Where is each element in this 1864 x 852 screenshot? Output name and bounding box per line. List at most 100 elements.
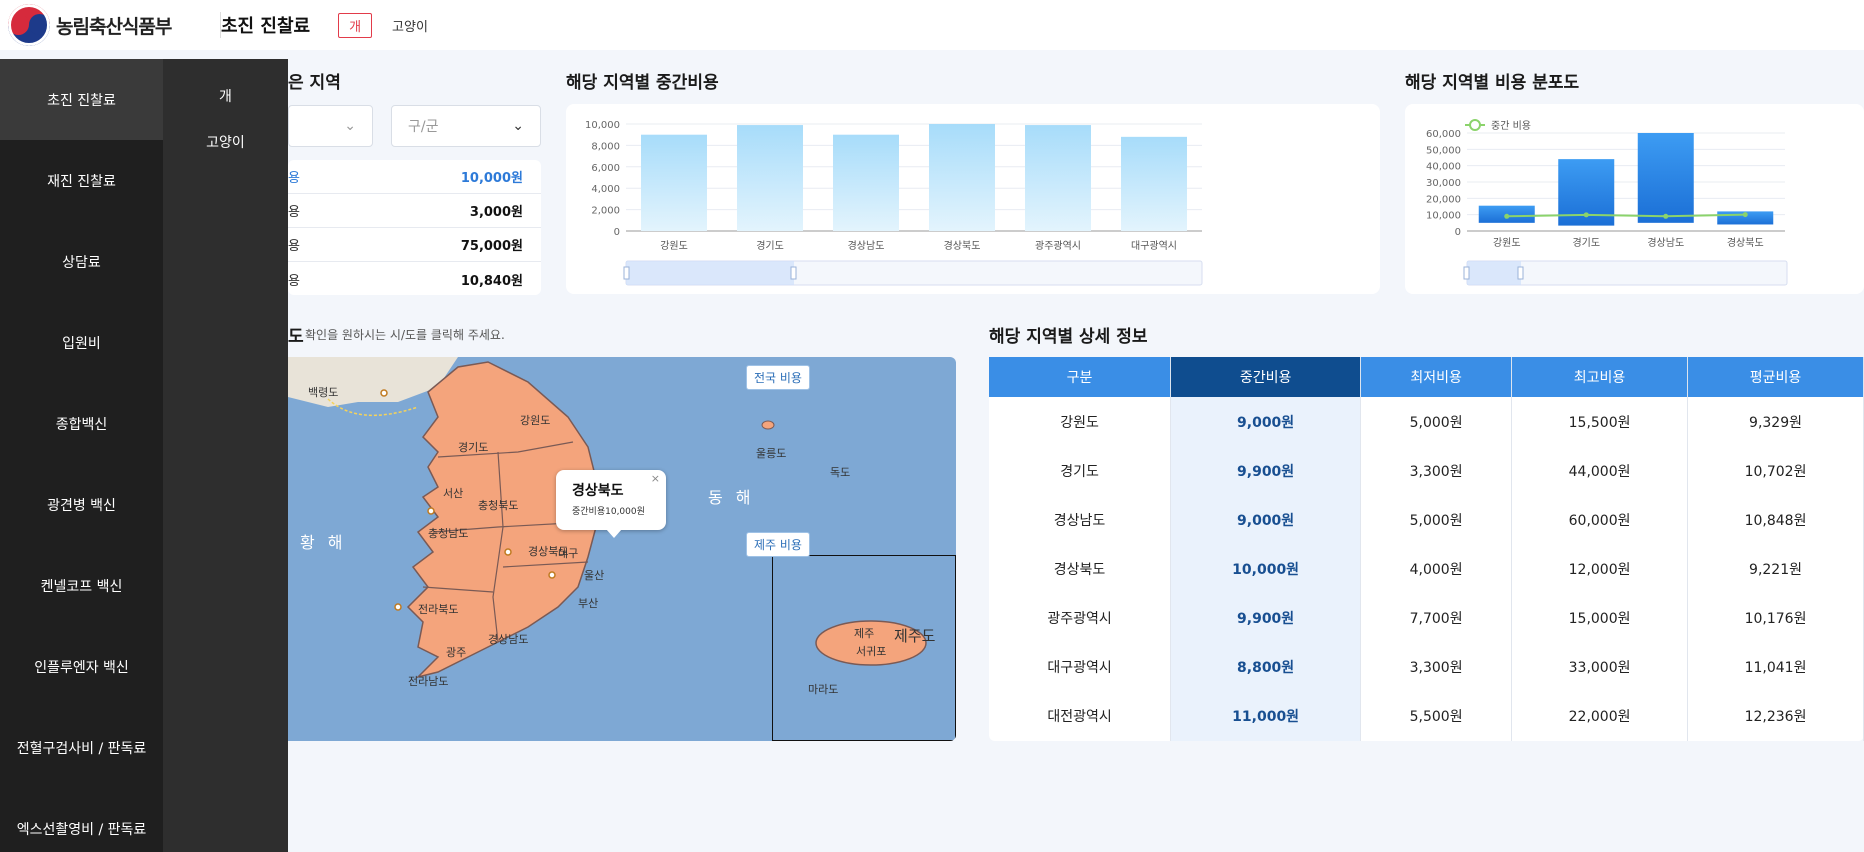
- x-tick-label: 강원도: [1493, 237, 1521, 249]
- list-item: 용 75,000원: [288, 228, 541, 262]
- chevron-down-icon: ⌄: [512, 118, 524, 134]
- province-select[interactable]: ⌄: [288, 105, 373, 147]
- sidebar-item-influenza-vaccine[interactable]: 인플루엔자 백신: [0, 626, 163, 707]
- y-tick-label: 4,000: [591, 184, 620, 195]
- close-icon[interactable]: ×: [651, 472, 660, 485]
- y-tick-label: 10,000: [1426, 211, 1461, 222]
- median-point: [1583, 212, 1589, 218]
- table-cell: 3,300원: [1360, 446, 1513, 496]
- median-cost-bar-chart: 0 2,000 4,000 6,000 8,000 10,000 강원도 경기도 경상남도 경상북…: [585, 120, 1203, 286]
- y-tick-label: 40,000: [1426, 162, 1461, 173]
- table-cell: 강원도: [989, 397, 1172, 447]
- detail-section-title: 해당 지역별 상세 정보: [989, 327, 1148, 347]
- region-popup[interactable]: 경상북도 중간비용10,000원 ×: [556, 470, 666, 538]
- place-label: 전라북도: [418, 603, 459, 616]
- y-tick-label: 2,000: [591, 206, 620, 217]
- table-cell: 10,000원: [1170, 544, 1362, 594]
- bar: [1121, 136, 1187, 231]
- national-cost-button[interactable]: 전국 비용: [746, 365, 810, 390]
- org-name: 농림축산식품부: [56, 15, 172, 38]
- district-select[interactable]: 구/군 ⌄: [391, 105, 541, 147]
- table-cell: 33,000원: [1511, 642, 1689, 692]
- sidebar-item-combo-vaccine[interactable]: 종합백신: [0, 383, 163, 464]
- city-marker: [394, 603, 402, 611]
- table-cell: 경기도: [989, 446, 1172, 496]
- place-label: 제주도: [894, 627, 936, 645]
- median-point: [1504, 213, 1510, 219]
- x-tick-label: 광주광역시: [1035, 240, 1081, 252]
- place-label: 부산: [578, 597, 599, 610]
- popup-title: 경상북도: [572, 483, 624, 499]
- district-placeholder: 구/군: [408, 119, 439, 135]
- column-header[interactable]: 평균비용: [1687, 357, 1864, 397]
- list-item: 용 3,000원: [288, 194, 541, 228]
- sidebar-item-consultation[interactable]: 상담료: [0, 221, 163, 302]
- place-label: 울릉도: [756, 447, 787, 460]
- zoom-handle-right: [790, 266, 797, 280]
- popup-tail: [606, 529, 622, 538]
- jeju-cost-button[interactable]: 제주 비용: [746, 532, 810, 557]
- distribution-chart-title: 해당 지역별 비용 분포도: [1405, 73, 1580, 93]
- place-label: 울산: [584, 569, 605, 582]
- tab-dog[interactable]: 개: [338, 12, 373, 38]
- column-header[interactable]: 최저비용: [1360, 357, 1513, 397]
- sidebar-sub-cat[interactable]: 고양이: [163, 119, 288, 165]
- table-cell: 8,800원: [1170, 642, 1362, 692]
- sidebar-item-hospitalization[interactable]: 입원비: [0, 302, 163, 383]
- place-label: 전라남도: [408, 675, 449, 688]
- sidebar-item-cbc-test[interactable]: 전혈구검사비 / 판독료: [0, 707, 163, 788]
- sidebar-menu: 초진 진찰료 재진 진찰료 상담료 입원비 종합백신 광견병 백신 켄넬코프 백…: [0, 59, 288, 852]
- y-tick-label: 6,000: [591, 163, 620, 174]
- place-label: 제주: [854, 627, 875, 640]
- table-cell: 광주광역시: [989, 593, 1172, 643]
- page-title: 초진 진찰료: [220, 12, 310, 38]
- map-hint: 확인을 원하시는 시/도를 클릭해 주세요.: [305, 328, 505, 342]
- sidebar-item-initial-exam[interactable]: 초진 진찰료: [0, 59, 163, 140]
- median-chart-card: 0 2,000 4,000 6,000 8,000 10,000 강원도 경기도 경상남도 경상북…: [566, 104, 1380, 294]
- zoom-handle-left: [1463, 266, 1470, 280]
- table-cell: 60,000원: [1511, 495, 1689, 545]
- column-header[interactable]: 최고비용: [1511, 357, 1689, 397]
- bar: [833, 134, 899, 231]
- table-cell: 9,000원: [1170, 495, 1362, 545]
- place-label: 경상남도: [488, 633, 529, 646]
- x-tick-label: 대구광역시: [1131, 240, 1177, 252]
- tab-cat[interactable]: 고양이: [392, 16, 428, 35]
- sidebar-item-rabies-vaccine[interactable]: 광견병 백신: [0, 464, 163, 545]
- column-header[interactable]: 중간비용: [1170, 357, 1362, 397]
- sidebar-item-kennel-cough-vaccine[interactable]: 켄넬코프 백신: [0, 545, 163, 626]
- column-header[interactable]: 구분: [989, 357, 1172, 397]
- government-emblem-icon: [8, 4, 50, 46]
- sidebar-sub-dog[interactable]: 개: [163, 73, 288, 119]
- sidebar-item-revisit-exam[interactable]: 재진 진찰료: [0, 140, 163, 221]
- y-tick-label: 10,000: [585, 120, 620, 131]
- table-cell: 9,329원: [1687, 397, 1864, 447]
- table-row: 광주광역시 9,900원 7,700원 15,000원 10,176원: [989, 593, 1864, 643]
- place-label: 마라도: [808, 683, 839, 696]
- table-cell: 12,236원: [1687, 691, 1864, 741]
- table-row: 대구광역시 8,800원 3,300원 33,000원 11,041원: [989, 642, 1864, 692]
- legend-marker: [1469, 119, 1481, 131]
- place-label: 광주: [446, 646, 467, 659]
- x-tick-label: 경상북도: [1727, 236, 1764, 249]
- y-tick-label: 0: [614, 227, 620, 238]
- west-sea-label: 황 해: [300, 533, 347, 552]
- table-header-row: 구분 중간비용 최저비용 최고비용 평균비용: [989, 357, 1864, 397]
- range-bar: [1637, 133, 1694, 223]
- ulleungdo-island[interactable]: [761, 420, 775, 430]
- x-tick-label: 강원도: [660, 240, 688, 252]
- east-sea-label: 동 해: [708, 488, 755, 507]
- place-label: 서귀포: [856, 645, 887, 658]
- table-cell: 3,300원: [1360, 642, 1513, 692]
- korea-map[interactable]: 전국 비용 제주 비용 황 해 동 해 울릉도 독도 백령도 마라도 제주 서귀…: [288, 357, 956, 741]
- place-label: 백령도: [308, 386, 339, 399]
- sidebar-item-xray[interactable]: 엑스선촬영비 / 판독료: [0, 788, 163, 852]
- table-row: 경기도 9,900원 3,300원 44,000원 10,702원: [989, 446, 1864, 496]
- table-cell: 15,000원: [1511, 593, 1689, 643]
- list-item: 용 10,000원: [288, 160, 541, 194]
- legend-label: 중간 비용: [1491, 120, 1531, 132]
- table-cell: 9,900원: [1170, 446, 1362, 496]
- logo[interactable]: 농림축산식품부: [0, 4, 200, 46]
- table-cell: 10,848원: [1687, 495, 1864, 545]
- sidebar-sub-list: 개 고양이: [163, 59, 288, 852]
